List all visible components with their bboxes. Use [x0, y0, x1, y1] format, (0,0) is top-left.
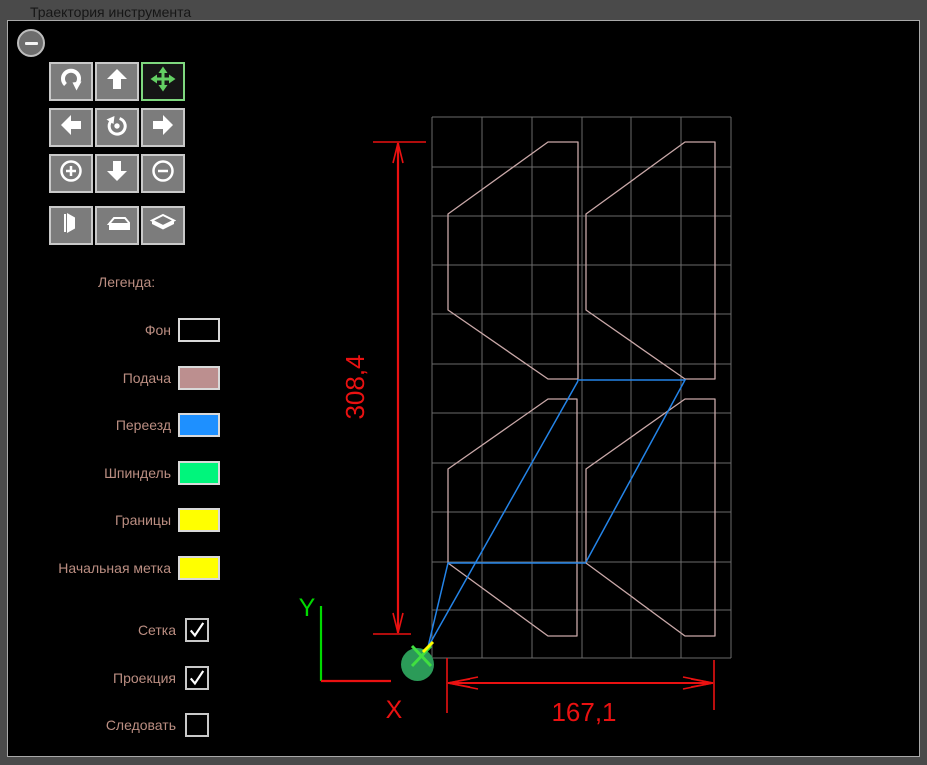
arrow-down-icon	[104, 158, 130, 189]
minus-icon	[24, 41, 38, 45]
toolbar-button-pan-right[interactable]	[141, 108, 185, 147]
legend-heading: Легенда:	[98, 274, 156, 290]
legend-color-swatch[interactable]	[178, 318, 220, 342]
toolbar-button-pan-move[interactable]	[141, 62, 185, 101]
checkbox[interactable]	[185, 666, 209, 690]
checkmark-icon	[189, 670, 205, 686]
checkbox[interactable]	[185, 713, 209, 737]
option-item: Проекция	[8, 666, 209, 690]
option-label: Следовать	[105, 717, 176, 733]
checkmark-icon	[189, 622, 205, 638]
legend-item: Переезд	[8, 413, 220, 437]
arrow-up-icon	[104, 66, 130, 97]
legend-item: Подача	[8, 366, 220, 390]
view-iso-icon	[149, 210, 177, 241]
view-front-icon	[104, 210, 133, 241]
collapse-button[interactable]	[17, 29, 45, 57]
toolbar-button-pan-left[interactable]	[49, 108, 93, 147]
option-item: Сетка	[8, 618, 209, 642]
legend-item: Начальная метка	[8, 556, 220, 580]
option-item: Следовать	[8, 713, 209, 737]
checkbox[interactable]	[185, 618, 209, 642]
legend-item: Границы	[8, 508, 220, 532]
zoom-out-icon	[150, 158, 176, 189]
arrow-left-icon	[58, 112, 84, 143]
legend-item: Шпиндель	[8, 461, 220, 485]
toolbar-button-zoom-out[interactable]	[141, 154, 185, 193]
toolbar-button-reset-rotation[interactable]	[95, 108, 139, 147]
arrow-right-icon	[150, 112, 176, 143]
legend-item-label: Границы	[115, 512, 171, 528]
toolbar-button-pan-down[interactable]	[95, 154, 139, 193]
viewport-canvas[interactable]: Легенда: Фон Подача Переезд Шпиндель Гра…	[8, 21, 919, 756]
legend-item: Фон	[8, 318, 220, 342]
toolbar-button-view-front[interactable]	[95, 206, 139, 245]
legend-item-label: Начальная метка	[58, 560, 171, 576]
option-label: Сетка	[137, 622, 176, 638]
legend-color-swatch[interactable]	[178, 461, 220, 485]
legend-color-swatch[interactable]	[178, 366, 220, 390]
tool-trajectory-panel: Траектория инструмента Легенда: Фон Пода…	[0, 0, 927, 765]
legend-item-label: Подача	[122, 370, 171, 386]
toolbar-button-rotate[interactable]	[49, 62, 93, 101]
legend-color-swatch[interactable]	[178, 556, 220, 580]
legend-item-label: Шпиндель	[104, 465, 171, 481]
option-label: Проекция	[113, 670, 176, 686]
reset-rotation-icon	[104, 112, 130, 143]
panel-title: Траектория инструмента	[24, 4, 198, 20]
legend-color-swatch[interactable]	[178, 413, 220, 437]
move-icon	[150, 66, 176, 97]
legend-item-label: Переезд	[115, 417, 171, 433]
toolbar-button-view-side[interactable]	[49, 206, 93, 245]
toolbar-button-view-iso[interactable]	[141, 206, 185, 245]
toolbar-button-pan-up[interactable]	[95, 62, 139, 101]
view-side-icon	[58, 210, 84, 241]
legend-item-label: Фон	[144, 322, 171, 338]
toolbar-button-zoom-in[interactable]	[49, 154, 93, 193]
zoom-in-icon	[58, 158, 84, 189]
rotate-icon	[58, 66, 84, 97]
legend-color-swatch[interactable]	[178, 508, 220, 532]
